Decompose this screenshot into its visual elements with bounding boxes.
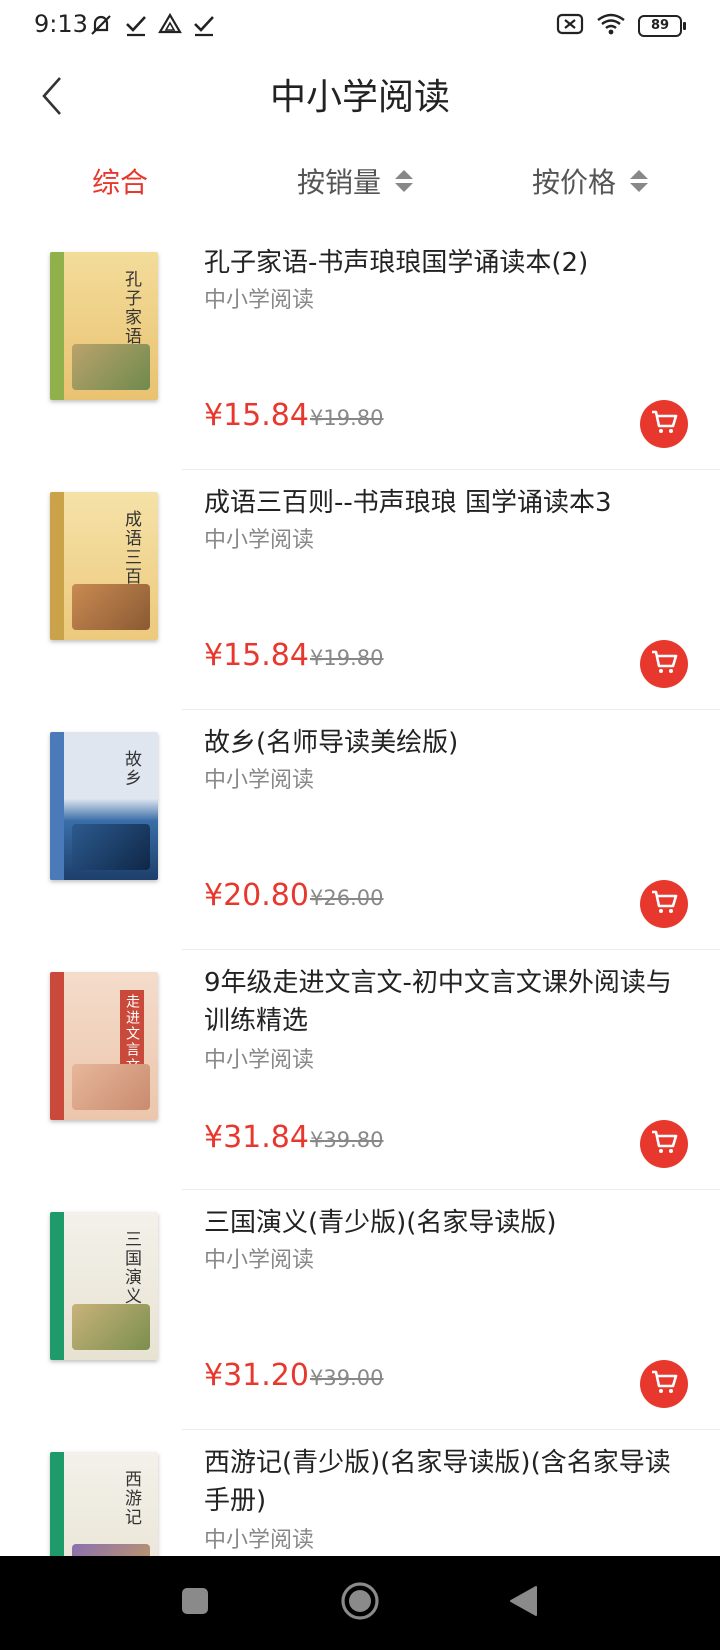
- product-name[interactable]: 成语三百则--书声琅琅 国学诵读本3: [204, 484, 690, 522]
- product-category: 中小学阅读: [204, 1248, 315, 1273]
- book-cover-title: 孔子家语: [121, 270, 141, 346]
- add-to-cart-button[interactable]: [640, 1360, 688, 1408]
- status-time: 9:13: [34, 10, 88, 38]
- product-category: 中小学阅读: [204, 528, 315, 553]
- product-category: 中小学阅读: [204, 768, 315, 793]
- book-cover-title: 三国演义: [121, 1230, 141, 1306]
- add-to-cart-button[interactable]: [640, 880, 688, 928]
- book-cover-title: 西游记: [121, 1470, 141, 1527]
- page-title: 中小学阅读: [269, 77, 450, 118]
- product-item[interactable]: 故乡 故乡(名师导读美绘版) 中小学阅读 ¥20.80 ¥26.00: [0, 710, 720, 950]
- shopping-cart-icon: [650, 889, 678, 919]
- product-price: ¥20.80: [204, 878, 309, 913]
- no-sim-icon: [556, 12, 584, 40]
- status-right-icons: 89: [556, 12, 686, 40]
- system-navigation-bar: [0, 1556, 720, 1650]
- recents-square-icon: [181, 1587, 209, 1619]
- book-cover-image: 孔子家语: [50, 252, 158, 400]
- back-triangle-icon: [508, 1585, 538, 1621]
- book-cover-image: 故乡: [50, 732, 158, 880]
- product-original-price: ¥19.80: [310, 646, 384, 670]
- tab-comprehensive[interactable]: 综合: [92, 150, 148, 212]
- product-name[interactable]: 西游记(青少版)(名家导读版)(含名家导读手册): [204, 1444, 690, 1520]
- product-item[interactable]: 成语三百则 成语三百则--书声琅琅 国学诵读本3 中小学阅读 ¥15.84 ¥1…: [0, 470, 720, 710]
- product-original-price: ¥19.80: [310, 406, 384, 430]
- product-price: ¥31.84: [204, 1120, 309, 1155]
- shopping-cart-icon: [650, 649, 678, 679]
- tab-label: 按销量: [297, 166, 382, 199]
- check-icon: [124, 12, 148, 42]
- header: 中小学阅读: [0, 56, 720, 156]
- drive-icon: [158, 12, 182, 42]
- shopping-cart-icon: [650, 409, 678, 439]
- battery-icon: 89: [638, 15, 686, 37]
- status-bar: 9:13 89: [0, 0, 720, 56]
- book-cover-image: 成语三百则: [50, 492, 158, 640]
- product-item[interactable]: 走进文言文 9年级走进文言文-初中文言文课外阅读与训练精选 中小学阅读 ¥31.…: [0, 950, 720, 1190]
- book-cover-image: 走进文言文: [50, 972, 158, 1120]
- sort-toggle-icon: [395, 170, 414, 192]
- notification-muted-icon: [88, 12, 114, 42]
- book-cover-title: 故乡: [121, 750, 141, 788]
- sort-toggle-icon: [630, 170, 649, 192]
- add-to-cart-button[interactable]: [640, 640, 688, 688]
- sort-bar: 综合 按销量 按价格: [0, 150, 720, 212]
- tab-label: 按价格: [532, 166, 617, 199]
- product-price: ¥31.20: [204, 1358, 309, 1393]
- add-to-cart-button[interactable]: [640, 1120, 688, 1168]
- product-item[interactable]: 孔子家语 孔子家语-书声琅琅国学诵读本(2) 中小学阅读 ¥15.84 ¥19.…: [0, 230, 720, 470]
- product-name[interactable]: 三国演义(青少版)(名家导读版): [204, 1204, 690, 1242]
- product-name[interactable]: 9年级走进文言文-初中文言文课外阅读与训练精选: [204, 964, 690, 1040]
- product-original-price: ¥39.80: [310, 1128, 384, 1152]
- product-price: ¥15.84: [204, 638, 309, 673]
- add-to-cart-button[interactable]: [640, 400, 688, 448]
- check-icon: [192, 12, 216, 42]
- product-category: 中小学阅读: [204, 1528, 315, 1553]
- product-name[interactable]: 故乡(名师导读美绘版): [204, 724, 690, 762]
- product-original-price: ¥39.00: [310, 1366, 384, 1390]
- tab-sort-by-price[interactable]: 按价格: [532, 150, 649, 212]
- product-price: ¥15.84: [204, 398, 309, 433]
- home-button[interactable]: [335, 1578, 385, 1628]
- status-left-icons: [88, 12, 216, 42]
- system-back-button[interactable]: [498, 1578, 548, 1628]
- product-category: 中小学阅读: [204, 1048, 315, 1073]
- shopping-cart-icon: [650, 1129, 678, 1159]
- book-cover-image: 三国演义: [50, 1212, 158, 1360]
- tab-label: 综合: [92, 166, 149, 199]
- recents-button[interactable]: [170, 1578, 220, 1628]
- product-list: 孔子家语 孔子家语-书声琅琅国学诵读本(2) 中小学阅读 ¥15.84 ¥19.…: [0, 230, 720, 1650]
- product-category: 中小学阅读: [204, 288, 315, 313]
- wifi-icon: [596, 12, 626, 40]
- shopping-cart-icon: [650, 1369, 678, 1399]
- product-item[interactable]: 三国演义 三国演义(青少版)(名家导读版) 中小学阅读 ¥31.20 ¥39.0…: [0, 1190, 720, 1430]
- home-circle-icon: [340, 1581, 380, 1625]
- tab-sort-by-sales[interactable]: 按销量: [297, 150, 414, 212]
- product-original-price: ¥26.00: [310, 886, 384, 910]
- product-name[interactable]: 孔子家语-书声琅琅国学诵读本(2): [204, 244, 690, 282]
